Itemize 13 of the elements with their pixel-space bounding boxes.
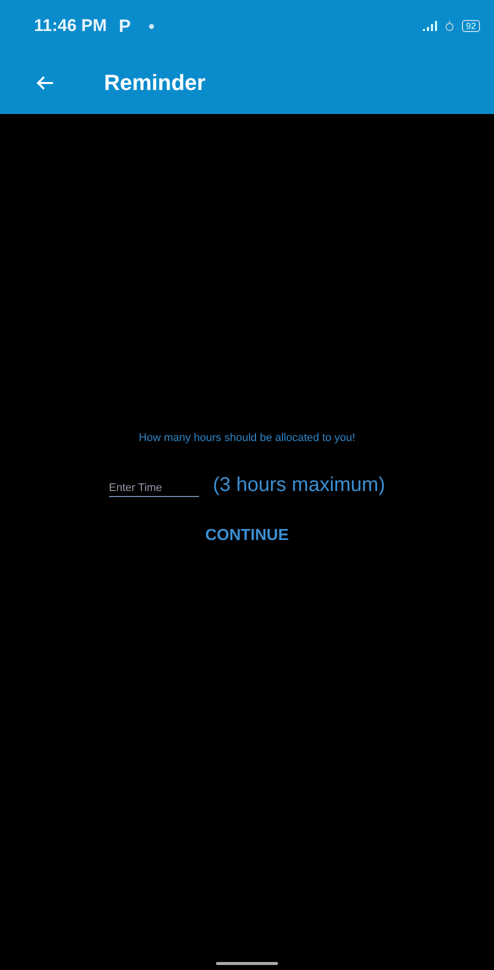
- screen-title: Reminder: [104, 70, 206, 96]
- question-text: How many hours should be allocated to you!: [138, 432, 356, 444]
- continue-button[interactable]: CONTINUE: [197, 523, 297, 549]
- signal-icon: [422, 21, 437, 31]
- dot-icon: [148, 24, 154, 28]
- home-indicator: [216, 962, 278, 965]
- notification-letter: P: [118, 16, 131, 36]
- max-hours-hint: (3 hours maximum): [212, 474, 386, 497]
- status-time: 11:46 PM: [34, 16, 107, 36]
- battery-level: 92: [462, 20, 480, 32]
- time-input-field[interactable]: Enter Time: [108, 480, 199, 497]
- back-arrow-icon[interactable]: [36, 75, 54, 91]
- alarm-icon: [444, 20, 454, 32]
